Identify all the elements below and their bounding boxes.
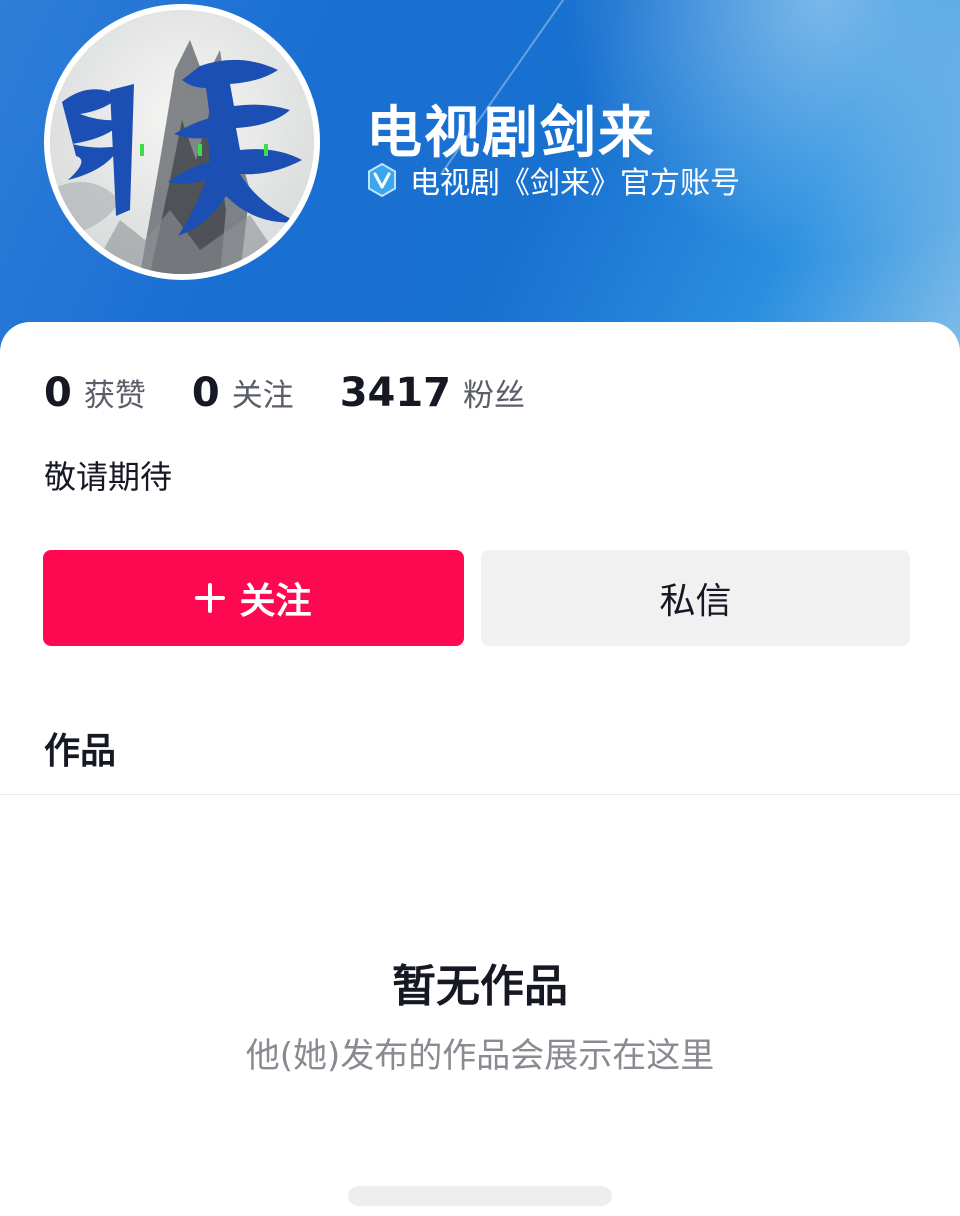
stat-followers-label: 粉丝 [463,378,526,414]
avatar[interactable] [44,4,320,280]
follow-button[interactable]: 关注 [43,550,464,646]
stat-likes[interactable]: 0 获赞 [44,370,146,416]
verified-badge-row: 电视剧《剑来》官方账号 [364,160,740,201]
tab-divider [0,794,960,795]
profile-header-banner: 电视剧剑来 电视剧《剑来》官方账号 [0,0,960,360]
tab-works[interactable]: 作品 [44,722,116,774]
profile-name: 电视剧剑来 [366,101,656,166]
avatar-artwork [50,10,314,274]
stat-followers-count: 3417 [339,370,452,416]
stat-following[interactable]: 0 关注 [192,370,294,416]
verified-v-icon [364,162,400,198]
profile-content-card: 0 获赞 0 关注 3417 粉丝 敬请期待 关注 私信 作品 暂无作品 他(她… [0,322,960,1216]
stat-following-count: 0 [191,370,220,416]
empty-state-subtitle: 他(她)发布的作品会展示在这里 [245,1036,715,1076]
stat-likes-count: 0 [44,370,72,416]
profile-page: 电视剧剑来 电视剧《剑来》官方账号 0 获赞 0 关注 3417 粉丝 敬请期待… [0,0,960,1216]
stat-following-label: 关注 [231,378,294,414]
stat-followers[interactable]: 3417 粉丝 [340,370,525,416]
verified-description: 电视剧《剑来》官方账号 [410,166,740,201]
message-button-label: 私信 [659,580,732,621]
stat-likes-label: 获赞 [83,378,146,414]
profile-stats: 0 获赞 0 关注 3417 粉丝 [44,370,571,416]
profile-bio: 敬请期待 [44,458,173,496]
message-button[interactable]: 私信 [481,550,910,646]
plus-icon [195,583,226,613]
home-indicator[interactable] [348,1186,612,1206]
follow-button-label: 关注 [239,580,312,621]
empty-state-title: 暂无作品 [392,961,568,1012]
